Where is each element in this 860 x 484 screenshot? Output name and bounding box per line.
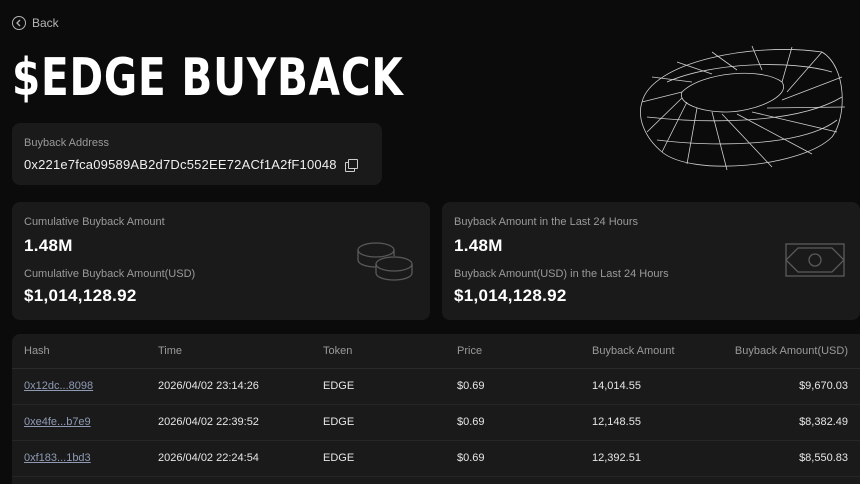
address-value: 0x221e7fca09589AB2d7Dc552EE72ACf1A2fF100…: [24, 157, 337, 172]
table-row: 0xf183...1bd3 2026/04/02 22:24:54 EDGE $…: [12, 440, 860, 477]
hash-link[interactable]: 0x12dc...8098: [24, 380, 93, 392]
address-label: Buyback Address: [24, 137, 109, 149]
back-arrow-icon: [12, 16, 26, 30]
col-price: Price: [445, 334, 580, 369]
col-time: Time: [146, 334, 311, 369]
table-header-row: Hash Time Token Price Buyback Amount Buy…: [12, 334, 860, 369]
back-label: Back: [32, 16, 59, 30]
col-hash: Hash: [12, 334, 146, 369]
row-amount: 12,148.55: [580, 404, 703, 441]
col-usd: Buyback Amount(USD): [702, 334, 860, 369]
cumulative-usd: $1,014,128.92: [24, 286, 137, 305]
last24-usd: $1,014,128.92: [454, 286, 567, 305]
row-price: $0.69: [445, 404, 580, 441]
hash-link[interactable]: 0xe4fe...b7e9: [24, 416, 91, 428]
cumulative-amount-label: Cumulative Buyback Amount: [24, 216, 165, 228]
row-token: EDGE: [311, 404, 445, 441]
page-title: $EDGE BUYBACK: [12, 48, 404, 108]
row-price: $0.69: [445, 440, 580, 477]
copy-icon[interactable]: [344, 158, 358, 172]
table-row: 0xe4fe...b7e9 2026/04/02 22:39:52 EDGE $…: [12, 404, 860, 441]
row-usd: $8,550.83: [702, 440, 860, 477]
buyback-address-card: Buyback Address 0x221e7fca09589AB2d7Dc55…: [12, 123, 382, 185]
row-time: 2026/04/02 23:14:26: [146, 368, 311, 405]
row-price: $0.69: [445, 368, 580, 405]
wireframe-torus-icon: [640, 45, 846, 171]
row-usd: $9,670.03: [702, 368, 860, 405]
table-row: 0x12dc...8098 2026/04/02 23:14:26 EDGE $…: [12, 368, 860, 405]
coins-icon: [357, 242, 413, 281]
row-usd: $8,382.49: [702, 404, 860, 441]
row-token: EDGE: [311, 440, 445, 477]
col-amount: Buyback Amount: [580, 334, 703, 369]
banknote-icon: [785, 243, 845, 277]
back-button[interactable]: Back: [12, 16, 59, 30]
last24-amount-label: Buyback Amount in the Last 24 Hours: [454, 216, 639, 228]
buyback-table-card: Hash Time Token Price Buyback Amount Buy…: [12, 334, 860, 484]
row-token: EDGE: [311, 368, 445, 405]
buyback-table: Hash Time Token Price Buyback Amount Buy…: [12, 334, 860, 477]
row-amount: 12,392.51: [580, 440, 703, 477]
col-token: Token: [311, 334, 445, 369]
row-time: 2026/04/02 22:24:54: [146, 440, 311, 477]
row-time: 2026/04/02 22:39:52: [146, 404, 311, 441]
row-amount: 14,014.55: [580, 368, 703, 405]
hash-link[interactable]: 0xf183...1bd3: [24, 452, 91, 464]
cumulative-card: Cumulative Buyback Amount 1.48M Cumulati…: [12, 202, 430, 320]
last-24h-card: Buyback Amount in the Last 24 Hours 1.48…: [442, 202, 860, 320]
